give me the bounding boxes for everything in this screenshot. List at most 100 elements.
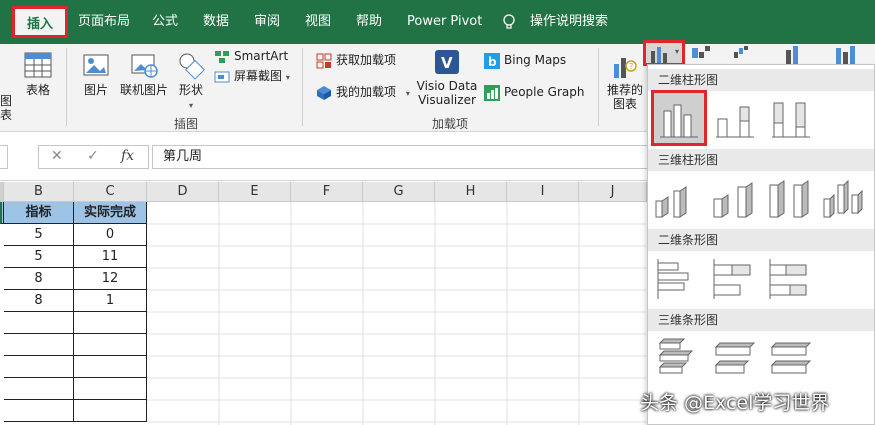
column-header-i[interactable]: I xyxy=(507,182,579,202)
column-header-h[interactable]: H xyxy=(435,182,507,202)
shapes-button[interactable]: 形状 ▾ xyxy=(174,50,208,111)
column-chart-dropdown-icon: ▾ xyxy=(674,47,679,56)
section-2d-column: 二维柱形图 xyxy=(648,69,874,91)
100-stacked-column-option[interactable] xyxy=(766,93,818,145)
stacked-column-icon xyxy=(716,106,754,138)
combo-chart-button[interactable] xyxy=(784,44,808,66)
3d-stacked-bar-icon xyxy=(714,342,756,374)
smartart-button[interactable]: SmartArt xyxy=(214,46,288,66)
tab-view[interactable]: 视图 xyxy=(305,10,331,34)
column-header-c[interactable]: C xyxy=(74,182,147,202)
shapes-icon xyxy=(179,53,205,80)
100-stacked-bar-option[interactable] xyxy=(766,255,818,307)
table-cell[interactable]: 5 xyxy=(4,224,74,246)
table-cell[interactable] xyxy=(74,334,147,356)
table-cell[interactable]: 8 xyxy=(4,268,74,290)
name-box[interactable] xyxy=(0,145,8,169)
insert-function-icon[interactable]: fx xyxy=(121,148,134,164)
visio-label-1: Visio Data xyxy=(416,79,478,93)
screenshot-label: 屏幕截图 xyxy=(234,69,283,83)
online-picture-button[interactable]: 联机图片 xyxy=(116,50,172,97)
stacked-column-option[interactable] xyxy=(710,93,762,145)
pivotchart-icon xyxy=(836,46,855,64)
3d-stacked-bar-option[interactable] xyxy=(710,335,762,387)
pivotchart-button[interactable] xyxy=(834,44,864,66)
100-stacked-bar-icon xyxy=(769,259,807,299)
line-chart-button[interactable] xyxy=(690,44,730,62)
table-cell[interactable] xyxy=(74,312,147,334)
screenshot-dropdown-icon: ▾ xyxy=(285,73,290,82)
stacked-bar-option[interactable] xyxy=(710,255,762,307)
watermark: 头条 @Excel学习世界 xyxy=(640,392,830,414)
table-cell[interactable] xyxy=(4,334,74,356)
table-cell[interactable]: 0 xyxy=(74,224,147,246)
store-icon xyxy=(316,53,332,68)
column-header-g[interactable]: G xyxy=(363,182,435,202)
visio-visualizer-button[interactable]: V Visio Data Visualizer xyxy=(414,48,480,107)
stacked-bar-icon xyxy=(713,259,751,299)
recommended-charts-button[interactable]: ? 推荐的 图表 xyxy=(604,54,646,111)
visio-label-2: Visualizer xyxy=(418,93,476,107)
cancel-icon[interactable]: ✕ xyxy=(51,148,63,164)
table-cell[interactable]: 1 xyxy=(74,290,147,312)
3d-100-stacked-bar-option[interactable] xyxy=(766,335,818,387)
people-graph-button[interactable]: People Graph xyxy=(484,82,585,102)
people-graph-label: People Graph xyxy=(504,85,585,99)
tab-power-pivot[interactable]: Power Pivot xyxy=(407,10,482,34)
clustered-column-option[interactable] xyxy=(651,90,707,146)
waterfall-chart-button[interactable] xyxy=(732,44,772,62)
online-picture-icon xyxy=(131,54,158,78)
column-chart-button[interactable]: ▾ xyxy=(643,40,685,66)
clustered-bar-option[interactable] xyxy=(654,255,706,307)
column-header-e[interactable]: E xyxy=(219,182,291,202)
tab-data[interactable]: 数据 xyxy=(203,10,229,34)
tab-formulas[interactable]: 公式 xyxy=(152,10,178,34)
3d-100-stacked-column-icon xyxy=(769,180,809,218)
tab-review[interactable]: 审阅 xyxy=(254,10,280,34)
table-button[interactable]: 表格 xyxy=(20,50,56,97)
my-addins-button[interactable]: 我的加载项 ▾ xyxy=(316,82,410,102)
3d-100-stacked-column-option[interactable] xyxy=(766,173,818,225)
lightbulb-icon xyxy=(503,14,515,29)
tab-insert[interactable]: 插入 xyxy=(12,6,69,38)
column-header-f[interactable]: F xyxy=(291,182,363,202)
column-header-d[interactable]: D xyxy=(147,182,219,202)
column-header-b[interactable]: B xyxy=(4,182,74,202)
table-cell[interactable] xyxy=(4,400,74,422)
table-cell[interactable]: 5 xyxy=(4,246,74,268)
smartart-label: SmartArt xyxy=(234,49,289,63)
combo-chart-icon xyxy=(786,46,798,64)
table-cell[interactable] xyxy=(74,378,147,400)
3d-column-option[interactable] xyxy=(822,173,874,225)
table-cell[interactable]: 12 xyxy=(74,268,147,290)
3d-clustered-bar-option[interactable] xyxy=(654,335,706,387)
get-addins-button[interactable]: 获取加载项 xyxy=(316,50,396,70)
table-cell[interactable] xyxy=(4,356,74,378)
pivot-chart-button[interactable]: 图表 xyxy=(0,94,16,122)
3d-stacked-column-option[interactable] xyxy=(710,173,762,225)
table-cell[interactable] xyxy=(74,400,147,422)
cell-c-header[interactable]: 实际完成 xyxy=(74,202,147,224)
tab-help[interactable]: 帮助 xyxy=(356,10,382,34)
picture-label: 图片 xyxy=(83,83,108,97)
table-cell[interactable] xyxy=(74,356,147,378)
visio-icon: V xyxy=(435,50,459,74)
separator xyxy=(598,48,599,126)
bing-maps-button[interactable]: b Bing Maps xyxy=(484,50,566,70)
table-cell[interactable]: 8 xyxy=(4,290,74,312)
tab-page-layout[interactable]: 页面布局 xyxy=(78,10,130,34)
table-cell[interactable] xyxy=(4,378,74,400)
insert-column-chart-menu: 二维柱形图 三维柱形图 二维条形图 三维条形图 xyxy=(647,64,875,425)
my-addins-label: 我的加载项 xyxy=(336,85,397,99)
screenshot-icon xyxy=(214,71,230,82)
column-header-j[interactable]: J xyxy=(579,182,647,202)
cell-b-header[interactable]: 指标 xyxy=(4,202,74,224)
table-cell[interactable]: 11 xyxy=(74,246,147,268)
3d-clustered-column-option[interactable] xyxy=(654,173,706,225)
tell-me-search[interactable]: 操作说明搜索 xyxy=(530,10,608,34)
picture-icon xyxy=(83,54,109,76)
picture-button[interactable]: 图片 xyxy=(78,50,114,97)
enter-icon[interactable]: ✓ xyxy=(87,148,99,164)
screenshot-button[interactable]: 屏幕截图 ▾ xyxy=(214,66,290,86)
table-cell[interactable] xyxy=(4,312,74,334)
